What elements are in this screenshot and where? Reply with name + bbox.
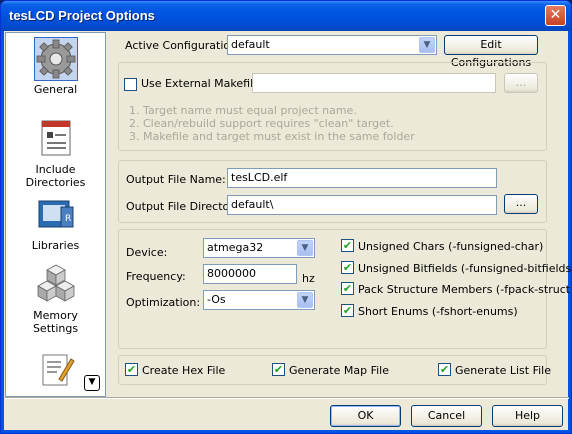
window-frame-bottom [1,430,571,433]
output-file-directory-input[interactable]: default\ [227,195,497,215]
memory-blocks-icon [34,263,78,307]
optimization-value: -Os [207,293,226,306]
svg-text:R: R [65,214,71,224]
output-file-name-label: Output File Name: [126,173,226,186]
unsigned-bitfields-checkbox[interactable]: ✔ [341,261,354,274]
optimization-label: Optimization: [126,296,201,309]
help-button[interactable]: Help [492,405,563,427]
gear-icon [33,37,78,81]
frequency-unit: hz [302,272,315,285]
title-bar[interactable]: tesLCD Project Options ✕ [1,1,571,31]
use-external-makefile-checkbox[interactable] [124,78,137,91]
nav-item-label: General [33,83,78,96]
makefile-path-input[interactable] [252,73,496,93]
nav-item-general[interactable]: General [6,37,105,96]
window-frame-left [1,31,4,433]
output-file-directory-label: Output File Directory: [126,200,244,213]
generate-map-file-label: Generate Map File [289,364,389,377]
frequency-label: Frequency: [126,270,186,283]
frequency-input[interactable]: 8000000 [203,264,297,284]
window-title: tesLCD Project Options [9,8,155,23]
device-label: Device: [126,246,168,259]
unsigned-bitfields-label: Unsigned Bitfields (-funsigned-bitfields… [358,262,572,275]
generate-list-file-label: Generate List File [455,364,552,377]
options-nav-panel: General Include Directories R Libraries … [5,32,106,397]
chevron-down-icon[interactable]: ▼ [297,292,313,308]
include-directories-icon [34,117,78,161]
nav-item-label: Include Directories [25,163,86,189]
makefile-note: 2. Clean/rebuild support requires "clean… [129,117,394,130]
project-options-dialog: tesLCD Project Options ✕ General Include… [0,0,572,434]
device-select[interactable]: atmega32 ▼ [203,238,315,258]
output-file-name-input[interactable]: tesLCD.elf [227,168,497,188]
create-hex-file-label: Create Hex File [142,364,226,377]
device-value: atmega32 [207,241,264,254]
pack-structure-members-checkbox[interactable]: ✔ [341,282,354,295]
active-configuration-label: Active Configuration [125,39,238,52]
cancel-button[interactable]: Cancel [411,405,482,427]
nav-scroll-down-button[interactable]: ▼ [84,375,100,391]
makefile-note: 3. Makefile and target must exist in the… [129,130,415,143]
active-configuration-value: default [231,38,270,51]
close-button[interactable]: ✕ [545,5,566,26]
makefile-note: 1. Target name must equal project name. [129,104,357,117]
nav-item-memory-settings[interactable]: Memory Settings [6,263,105,335]
makefile-browse-button[interactable]: ... [504,73,538,93]
window-frame-right [568,31,571,433]
nav-item-label: Memory Settings [32,309,79,335]
nav-item-libraries[interactable]: R Libraries [6,193,105,252]
create-hex-file-checkbox[interactable]: ✔ [125,363,138,376]
active-configuration-select[interactable]: default ▼ [227,35,437,55]
nav-item-label: Libraries [31,239,80,252]
pack-structure-members-label: Pack Structure Members (-fpack-struct) [358,283,572,296]
ok-button[interactable]: OK [330,405,401,427]
notepad-pencil-icon [34,349,78,393]
short-enums-label: Short Enums (-fshort-enums) [358,305,518,318]
footer-divider [5,397,569,399]
generate-map-file-checkbox[interactable]: ✔ [272,363,285,376]
libraries-icon: R [34,193,78,237]
nav-item-include-directories[interactable]: Include Directories [6,117,105,189]
unsigned-chars-checkbox[interactable]: ✔ [341,239,354,252]
short-enums-checkbox[interactable]: ✔ [341,304,354,317]
unsigned-chars-label: Unsigned Chars (-funsigned-char) [358,240,544,253]
chevron-down-icon[interactable]: ▼ [297,240,313,256]
edit-configurations-button[interactable]: Edit Configurations [444,35,538,69]
use-external-makefile-label: Use External Makefile [141,77,260,90]
optimization-select[interactable]: -Os ▼ [203,290,315,310]
chevron-down-icon[interactable]: ▼ [419,37,435,53]
output-directory-browse-button[interactable]: ... [504,194,538,214]
generate-list-file-checkbox[interactable]: ✔ [438,363,451,376]
